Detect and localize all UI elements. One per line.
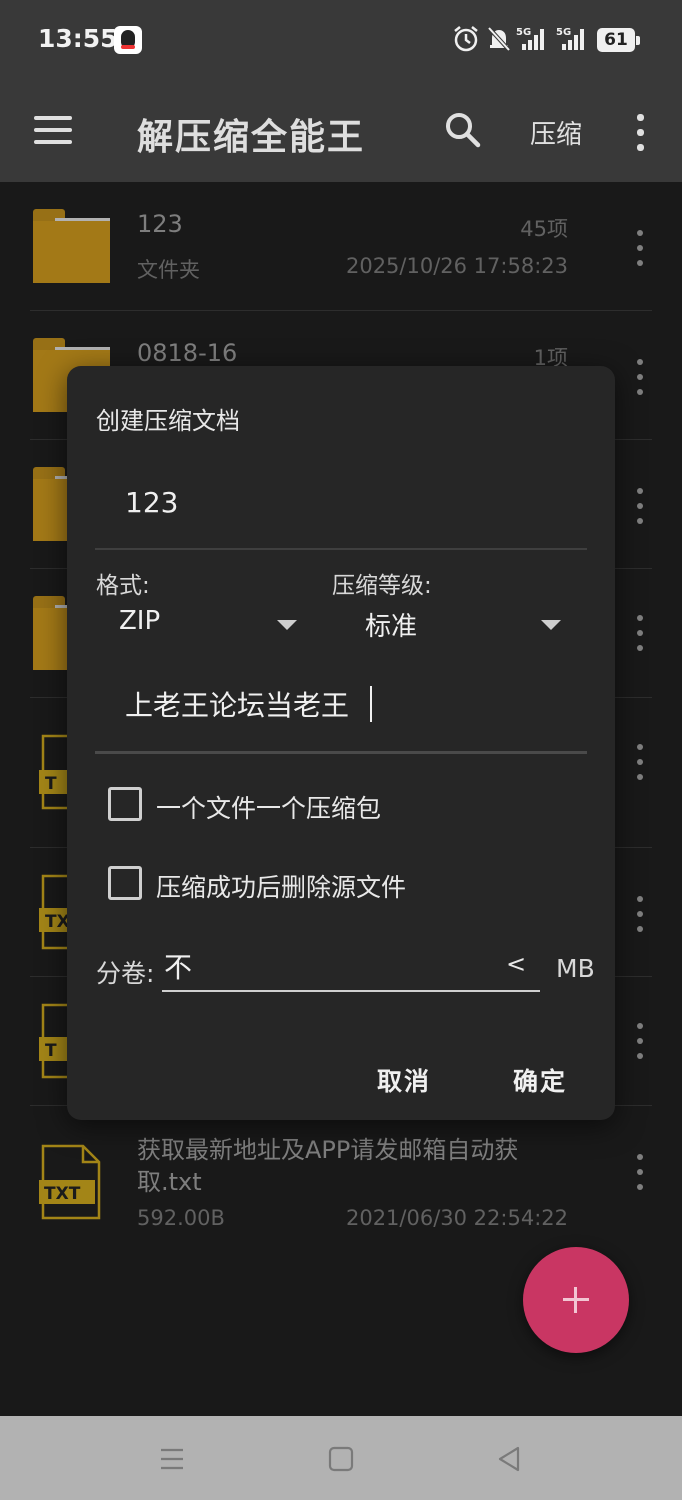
hamburger-menu-icon[interactable] xyxy=(34,116,72,144)
password-value: 上老王论坛当老王 xyxy=(125,689,350,722)
back-icon[interactable] xyxy=(496,1446,522,1472)
create-archive-dialog: 创建压缩文档 123 格式: 压缩等级: ZIP 标准 上老王论坛当老王 一个文… xyxy=(67,366,615,1120)
status-bar: 13:55 5G 5G 61 xyxy=(0,0,682,80)
cancel-button[interactable]: 取消 xyxy=(377,1062,431,1098)
one-file-per-archive-checkbox[interactable] xyxy=(108,787,142,821)
more-options-icon[interactable] xyxy=(630,110,650,154)
format-label: 格式: xyxy=(96,573,150,599)
level-value: 标准 xyxy=(365,612,418,642)
svg-text:5G: 5G xyxy=(516,27,531,38)
mute-bell-icon xyxy=(487,26,511,52)
ok-button[interactable]: 确定 xyxy=(513,1062,567,1098)
one-file-per-archive-label: 一个文件一个压缩包 xyxy=(156,794,382,823)
app-title: 解压缩全能王 xyxy=(137,117,366,158)
delete-source-label: 压缩成功后删除源文件 xyxy=(156,873,407,902)
level-dropdown-icon xyxy=(541,620,561,630)
level-select[interactable]: 标准 xyxy=(347,602,567,644)
split-unit: MB xyxy=(556,954,595,983)
text-cursor xyxy=(370,686,372,722)
format-dropdown-icon xyxy=(277,620,297,630)
password-input[interactable]: 上老王论坛当老王 xyxy=(95,666,587,754)
home-icon[interactable] xyxy=(328,1446,354,1472)
signal-5g-icon-1: 5G xyxy=(516,27,544,50)
battery-icon: 61 xyxy=(597,28,640,52)
add-fab-button[interactable] xyxy=(523,1247,629,1353)
dialog-title: 创建压缩文档 xyxy=(96,407,240,435)
split-arrow-icon[interactable]: < xyxy=(506,950,526,978)
compress-button[interactable]: 压缩 xyxy=(530,114,582,151)
archive-name-value: 123 xyxy=(125,486,179,519)
system-nav-bar xyxy=(0,1416,682,1500)
svg-text:5G: 5G xyxy=(556,27,571,38)
split-volume-input[interactable]: 不 < xyxy=(162,944,540,992)
status-time: 13:55 xyxy=(38,24,118,53)
signal-5g-icon-2: 5G xyxy=(556,27,584,50)
format-value: ZIP xyxy=(119,606,161,636)
alarm-icon xyxy=(454,26,478,52)
split-value: 不 xyxy=(164,951,193,984)
search-icon[interactable] xyxy=(443,110,483,150)
level-label: 压缩等级: xyxy=(332,573,432,599)
qq-notification-icon xyxy=(114,26,142,54)
split-label: 分卷: xyxy=(96,959,155,988)
app-bar: 解压缩全能王 压缩 xyxy=(0,80,682,182)
delete-source-checkbox[interactable] xyxy=(108,866,142,900)
format-select[interactable]: ZIP xyxy=(107,602,307,644)
recent-apps-icon[interactable] xyxy=(159,1446,185,1472)
archive-name-input[interactable]: 123 xyxy=(95,478,587,550)
